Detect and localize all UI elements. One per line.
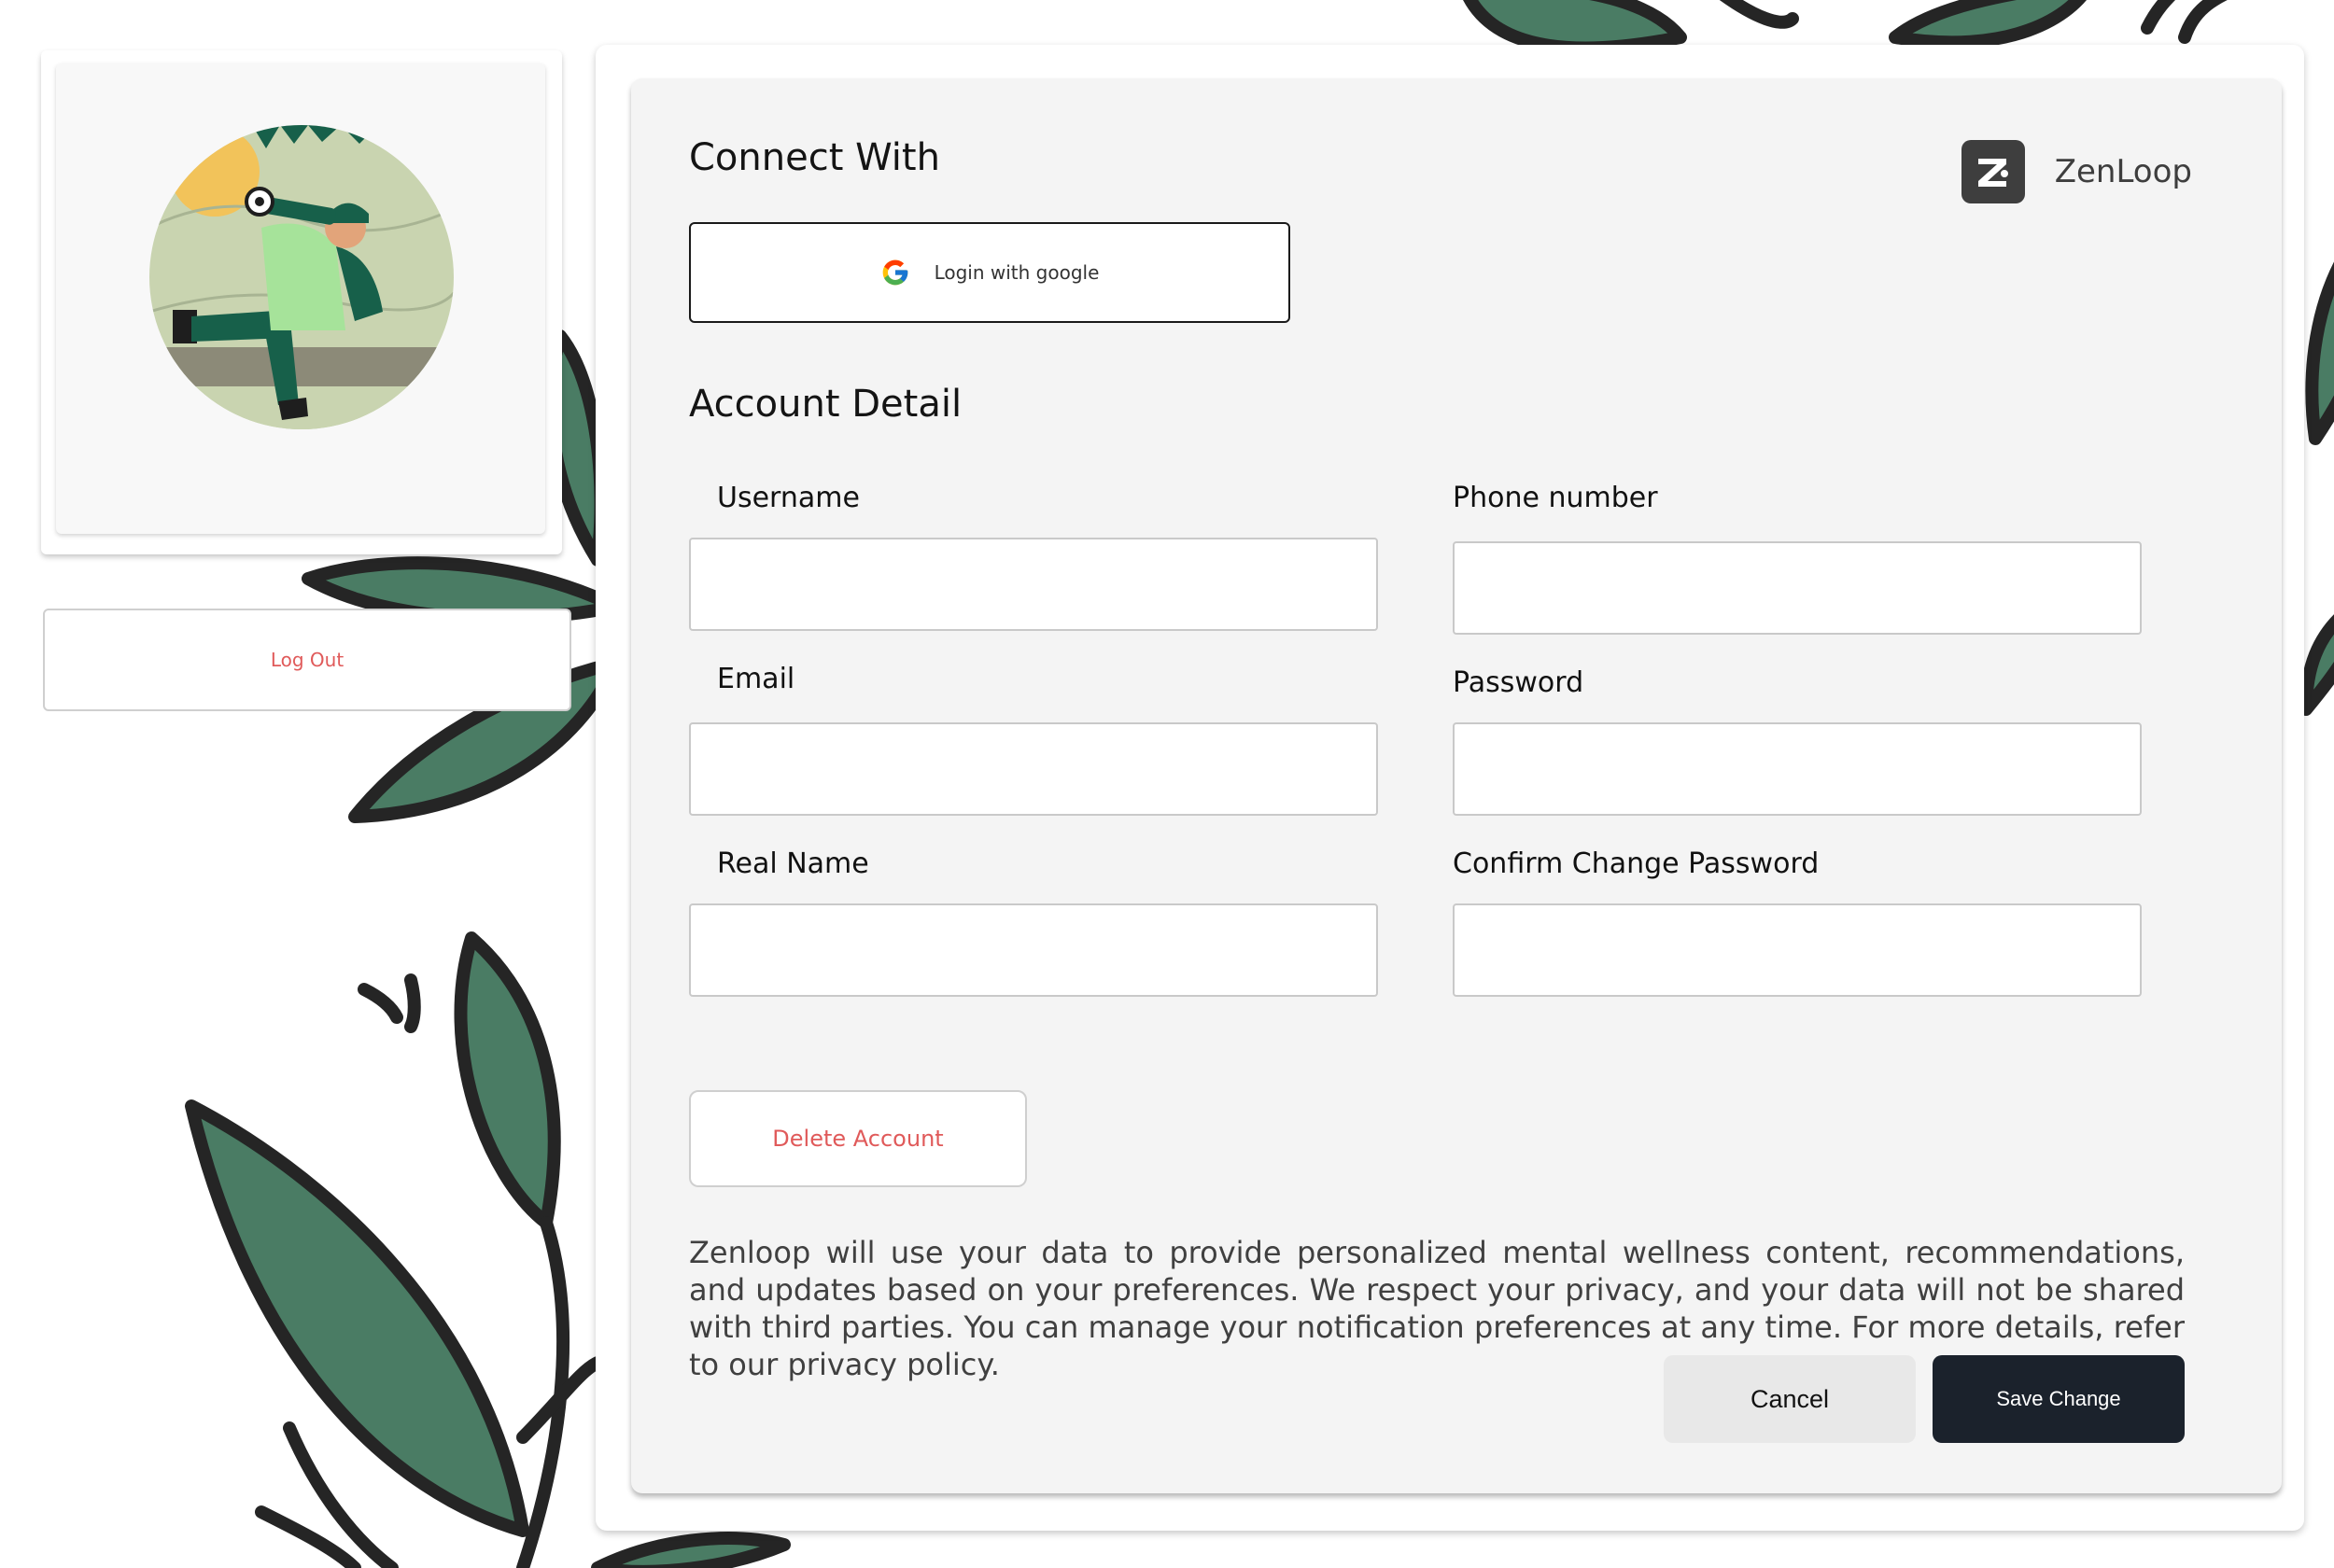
real-name-label: Real Name — [717, 847, 869, 880]
leaf-top-stroke — [2141, 0, 2175, 35]
save-change-button[interactable]: Save Change — [1933, 1355, 2185, 1443]
phone-number-input[interactable] — [1453, 541, 2142, 635]
leaf-right-1 — [2305, 261, 2334, 445]
settings-card: Connect With ZenLoop Login with google A… — [596, 45, 2304, 1531]
username-label: Username — [717, 482, 860, 514]
confirm-password-input[interactable] — [1453, 903, 2142, 997]
grass-stroke-1 — [358, 983, 403, 1024]
leaf-bottom-3 — [591, 1532, 791, 1568]
brand-logo: ZenLoop — [1961, 140, 2192, 203]
real-name-input[interactable] — [689, 903, 1378, 997]
leaf-top-1 — [1463, 0, 1687, 55]
leaf-bottom-1 — [185, 1099, 529, 1537]
account-form-panel: Connect With ZenLoop Login with google A… — [631, 78, 2282, 1493]
delete-account-button[interactable]: Delete Account — [689, 1090, 1027, 1187]
avatar-illustration — [149, 125, 454, 429]
leaf-right-2 — [2299, 614, 2334, 716]
avatar-card — [41, 50, 562, 554]
leaf-top-stroke-2 — [2178, 0, 2228, 44]
cancel-button[interactable]: Cancel — [1664, 1355, 1916, 1443]
brand-name: ZenLoop — [2054, 153, 2192, 190]
google-icon — [882, 259, 907, 286]
phone-number-label: Phone number — [1453, 482, 1658, 514]
zenloop-logo-icon — [1961, 140, 2025, 203]
password-input[interactable] — [1453, 722, 2142, 816]
login-with-google-button[interactable]: Login with google — [689, 222, 1290, 323]
password-label: Password — [1453, 666, 1584, 699]
grass-stroke-2 — [404, 973, 421, 1033]
account-detail-heading: Account Detail — [689, 383, 963, 426]
leaf-bottom-2 — [454, 931, 561, 1229]
username-input[interactable] — [689, 538, 1378, 631]
logout-button[interactable]: Log Out — [43, 609, 571, 711]
avatar-frame[interactable] — [56, 63, 545, 534]
leaf-top-2 — [1889, 0, 2087, 49]
leaf-top-3 — [1719, 0, 1799, 29]
email-label: Email — [717, 663, 795, 695]
email-input[interactable] — [689, 722, 1378, 816]
z-letter-icon — [1977, 159, 2008, 187]
confirm-password-label: Confirm Change Password — [1453, 847, 1820, 880]
google-login-label: Login with google — [934, 261, 1100, 284]
connect-with-heading: Connect With — [689, 136, 940, 179]
